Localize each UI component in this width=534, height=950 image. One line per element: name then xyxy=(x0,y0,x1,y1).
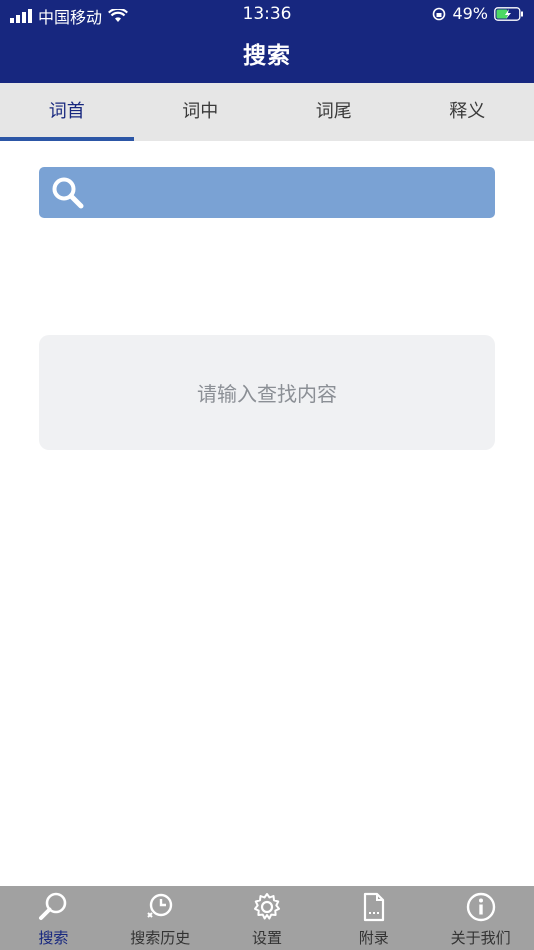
app-header: 中国移动 13:36 49% 搜索 xyxy=(0,0,534,83)
gear-icon xyxy=(253,893,280,920)
page-title: 搜索 xyxy=(243,43,291,69)
battery-percent: 49% xyxy=(452,4,488,23)
search-bar[interactable] xyxy=(39,167,495,220)
document-icon xyxy=(363,892,384,922)
search-mode-tabs: 词首 词中 词尾 释义 xyxy=(0,83,534,141)
tab-prefix[interactable]: 词首 xyxy=(0,83,134,141)
info-icon xyxy=(466,892,495,922)
battery-icon xyxy=(494,6,523,21)
tabbar-item-appendix[interactable]: 附录 xyxy=(320,886,427,950)
search-icon xyxy=(39,892,67,920)
orientation-lock-icon xyxy=(433,7,446,20)
tab-infix[interactable]: 词中 xyxy=(134,83,268,141)
tabbar-item-search[interactable]: 搜索 xyxy=(0,886,107,950)
tabbar-item-history[interactable]: 搜索历史 xyxy=(107,886,214,950)
status-bar: 中国移动 13:36 49% xyxy=(0,0,534,28)
status-right: 49% xyxy=(432,4,524,23)
tabbar-item-settings[interactable]: 设置 xyxy=(214,886,321,950)
tabbar-label: 搜索历史 xyxy=(130,929,191,947)
tabbar-label: 关于我们 xyxy=(450,929,511,947)
empty-hint-card: 请输入查找内容 xyxy=(39,335,495,450)
tab-suffix[interactable]: 词尾 xyxy=(267,83,401,141)
tab-definition[interactable]: 释义 xyxy=(401,83,534,141)
empty-hint-text: 请输入查找内容 xyxy=(197,382,337,406)
tabbar-item-about[interactable]: 关于我们 xyxy=(427,886,534,950)
tabbar-label: 设置 xyxy=(251,929,282,947)
tabbar-label: 附录 xyxy=(358,929,389,947)
bottom-tabbar: 搜索 搜索历史 设置 附录 关于我们 xyxy=(0,886,534,950)
tabbar-label: 搜索 xyxy=(38,929,69,947)
history-icon xyxy=(147,893,173,918)
search-icon xyxy=(52,177,84,209)
search-input[interactable] xyxy=(97,167,485,220)
